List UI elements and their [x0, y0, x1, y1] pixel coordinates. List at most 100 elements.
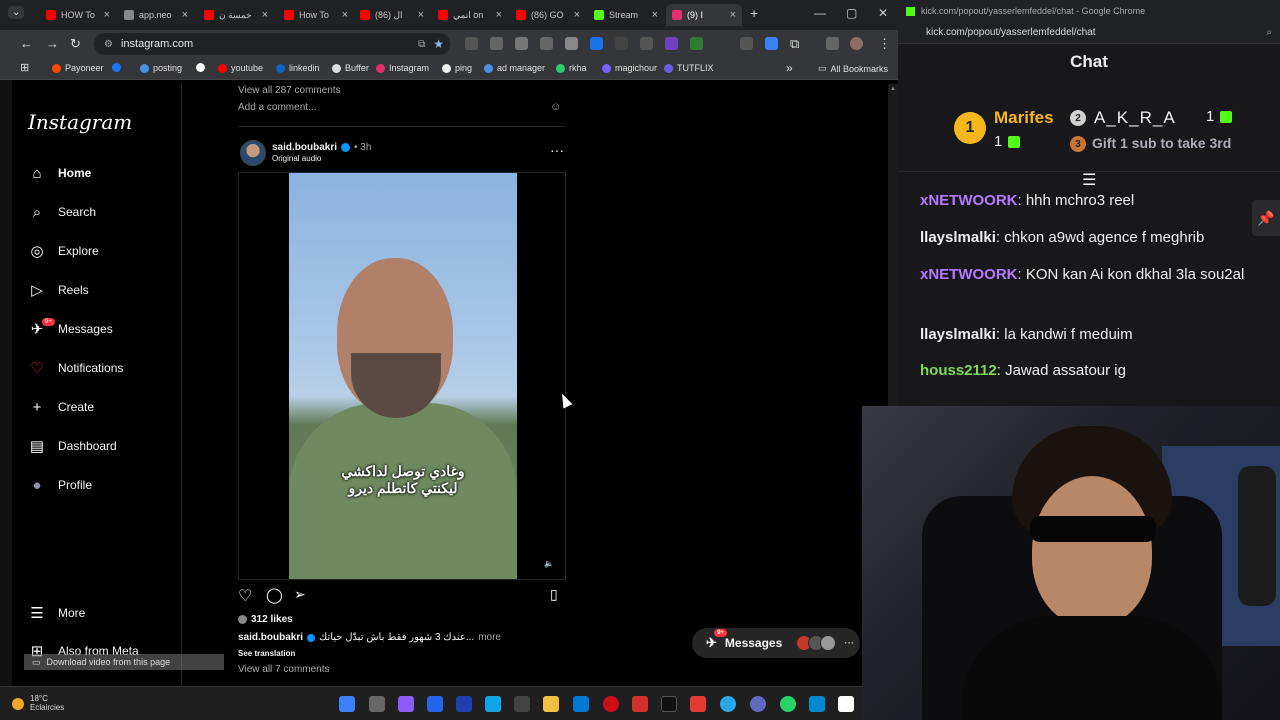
- app-icon[interactable]: [427, 696, 443, 712]
- bookmarks-more-button[interactable]: »: [786, 61, 793, 75]
- bookmark-item[interactable]: linkedin: [276, 63, 320, 73]
- install-icon[interactable]: ⧉: [418, 39, 425, 50]
- caption-username[interactable]: said.boubakri: [238, 632, 303, 643]
- browser-tab[interactable]: HOW To ×: [40, 4, 116, 26]
- post-author-avatar[interactable]: [240, 140, 266, 166]
- chat-username[interactable]: houss2112: [920, 362, 997, 379]
- tab-close-icon[interactable]: ×: [496, 9, 502, 21]
- menu-kebab-icon[interactable]: ⋮: [878, 36, 891, 52]
- messages-floating-button[interactable]: ✈ 9+ Messages ···: [692, 628, 860, 658]
- nav-search[interactable]: ⌕ Search: [28, 203, 96, 221]
- whatsapp-icon[interactable]: [780, 696, 796, 712]
- scroll-up-icon[interactable]: ▲: [890, 86, 896, 92]
- weather-widget[interactable]: 18°C Eclaircies: [12, 694, 64, 713]
- bookmark-item[interactable]: posting: [140, 63, 182, 73]
- app-icon[interactable]: [543, 696, 559, 712]
- tab-close-icon[interactable]: ×: [104, 9, 110, 21]
- zoom-search-icon[interactable]: ⌕: [1266, 27, 1272, 38]
- likes-count[interactable]: 312 likes: [251, 614, 293, 625]
- opera-icon[interactable]: [603, 696, 619, 712]
- view-all-comments-link[interactable]: View all 287 comments: [238, 85, 341, 96]
- extensions-puzzle-icon[interactable]: ⧉: [790, 36, 799, 52]
- apps-grid-icon[interactable]: ⊞: [20, 61, 29, 74]
- app-icon[interactable]: [750, 696, 766, 712]
- emoji-icon[interactable]: ☺: [550, 101, 561, 113]
- nav-create[interactable]: + Create: [28, 398, 94, 416]
- nav-messages[interactable]: ✈ 9+ Messages: [28, 318, 113, 338]
- instagram-logo[interactable]: Instagram: [28, 110, 132, 134]
- reload-icon[interactable]: ↻: [70, 36, 81, 52]
- bookmark-item[interactable]: TUTFLIX: [664, 63, 714, 73]
- nav-reels[interactable]: ▷ Reels: [28, 281, 88, 299]
- first-gifter-name[interactable]: Marifes: [994, 108, 1054, 128]
- tiktok-icon[interactable]: [661, 696, 677, 712]
- bookmark-item[interactable]: Payoneer: [52, 63, 104, 73]
- new-tab-button[interactable]: +: [750, 5, 758, 21]
- nav-explore[interactable]: ◎ Explore: [28, 242, 98, 260]
- download-video-bar[interactable]: ▭ Download video from this page: [24, 654, 224, 670]
- extension-icon[interactable]: [740, 37, 753, 50]
- file-explorer-icon[interactable]: [514, 696, 530, 712]
- extension-icon[interactable]: [590, 37, 603, 50]
- pin-icon[interactable]: 📌: [1252, 200, 1280, 236]
- like-heart-icon[interactable]: ♡: [238, 586, 252, 606]
- browser-tab[interactable]: Stream ×: [588, 4, 664, 26]
- windows-start-icon[interactable]: [339, 696, 355, 712]
- extension-icon[interactable]: [540, 37, 553, 50]
- nav-notifications[interactable]: ♡ Notifications: [28, 359, 123, 377]
- nav-dashboard[interactable]: ▤ Dashboard: [28, 437, 117, 455]
- chat-username[interactable]: llayslmalki: [920, 229, 996, 246]
- extension-icon[interactable]: [515, 37, 528, 50]
- extension-icon[interactable]: [615, 37, 628, 50]
- bookmark-item[interactable]: [112, 63, 125, 72]
- comment-icon[interactable]: ◯: [266, 586, 283, 604]
- all-bookmarks-button[interactable]: ▭ All Bookmarks: [818, 63, 888, 74]
- site-info-icon[interactable]: ⚙: [104, 39, 113, 50]
- add-comment-input[interactable]: Add a comment...: [238, 102, 316, 113]
- browser-tab[interactable]: انمي on ×: [432, 4, 508, 26]
- nav-profile[interactable]: ● Profile: [28, 476, 92, 494]
- second-gifter-name[interactable]: A_K_R_A: [1094, 108, 1176, 128]
- media-icon[interactable]: [826, 37, 839, 50]
- maximize-button[interactable]: ▢: [846, 6, 857, 20]
- back-icon[interactable]: ←: [20, 36, 33, 51]
- chat-url-bar[interactable]: kick.com/popout/yasserlemfeddel/chat ⌕: [898, 22, 1280, 44]
- extension-icon[interactable]: [690, 37, 703, 50]
- chat-username[interactable]: xNETWOORK: [920, 266, 1018, 283]
- bookmark-item[interactable]: ad manager: [484, 63, 545, 73]
- more-menu-button[interactable]: ☰ More: [28, 604, 85, 622]
- profile-avatar-icon[interactable]: [850, 37, 863, 50]
- copilot-icon[interactable]: [398, 696, 414, 712]
- tab-close-icon[interactable]: ×: [652, 9, 658, 21]
- app-icon[interactable]: [456, 696, 472, 712]
- mute-toggle-icon[interactable]: 🔈: [541, 555, 557, 571]
- tab-close-icon[interactable]: ×: [182, 9, 188, 21]
- third-place-prompt[interactable]: Gift 1 sub to take 3rd: [1092, 135, 1231, 151]
- app-icon[interactable]: [690, 696, 706, 712]
- post-options-icon[interactable]: ···: [550, 142, 564, 158]
- bookmark-item[interactable]: rkha: [556, 63, 587, 73]
- browser-tab[interactable]: How To ×: [278, 4, 354, 26]
- share-icon[interactable]: ➢: [294, 586, 306, 603]
- collapse-gifters-icon[interactable]: ☰: [1082, 170, 1096, 190]
- app-icon[interactable]: [632, 696, 648, 712]
- browser-tab[interactable]: (86) ال ×: [354, 4, 430, 26]
- browser-tab[interactable]: خمسة ن ×: [198, 4, 274, 26]
- outlook-icon[interactable]: [573, 696, 589, 712]
- app-icon[interactable]: [485, 696, 501, 712]
- close-window-button[interactable]: ✕: [878, 6, 888, 20]
- bookmark-item[interactable]: ping: [442, 63, 472, 73]
- tab-search-icon[interactable]: ⌄: [8, 6, 25, 19]
- extension-icon[interactable]: [765, 37, 778, 50]
- original-audio-link[interactable]: Original audio: [272, 154, 321, 163]
- bookmark-star-icon[interactable]: ★: [433, 37, 444, 51]
- bookmark-item[interactable]: [196, 63, 209, 72]
- tab-close-icon[interactable]: ×: [342, 9, 348, 21]
- tab-close-icon[interactable]: ×: [574, 9, 580, 21]
- minimize-button[interactable]: —: [814, 6, 826, 20]
- chat-username[interactable]: llayslmalki: [920, 326, 996, 343]
- bookmark-item[interactable]: Instagram: [376, 63, 429, 73]
- extension-icon[interactable]: [640, 37, 653, 50]
- extension-icon[interactable]: [465, 37, 478, 50]
- extension-icon[interactable]: [490, 37, 503, 50]
